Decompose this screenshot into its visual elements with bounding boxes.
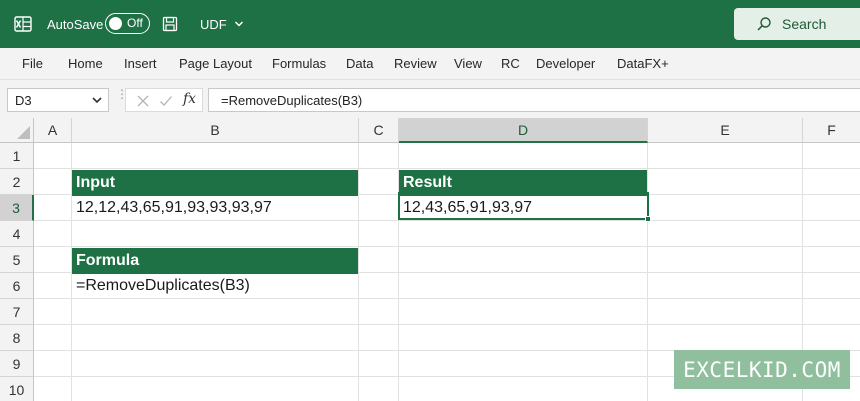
tab-insert[interactable]: Insert [124,56,157,71]
gridline [34,168,860,169]
search-label: Search [782,16,827,32]
insert-function-icon[interactable]: fx [183,91,196,107]
tab-view[interactable]: View [454,56,482,71]
row-header-8[interactable]: 8 [0,325,34,351]
cell-b6[interactable]: =RemoveDuplicates(B3) [72,273,358,299]
tab-formulas[interactable]: Formulas [272,56,326,71]
row-header-3[interactable]: 3 [0,195,34,221]
column-header-c[interactable]: C [359,118,399,143]
chevron-down-icon [234,21,243,27]
active-cell-selection[interactable] [398,192,651,222]
save-icon[interactable] [162,0,178,48]
column-header-a[interactable]: A [34,118,72,143]
row-header-6[interactable]: 6 [0,273,34,299]
select-all-corner[interactable] [0,118,34,143]
formula-input[interactable]: =RemoveDuplicates(B3) [208,88,860,112]
file-name-dropdown[interactable]: UDF [200,0,244,48]
row-header-10[interactable]: 10 [0,377,34,401]
enter-check-icon[interactable] [159,94,173,108]
file-name: UDF [200,16,227,32]
column-header-b[interactable]: B [72,118,359,143]
formula-bar: D3 ⋮ fx =RemoveDuplicates(B3) [0,80,860,118]
tab-home[interactable]: Home [68,56,103,71]
chevron-down-icon[interactable] [91,93,103,107]
tab-rc[interactable]: RC [501,56,520,71]
tab-review[interactable]: Review [394,56,437,71]
row-header-1[interactable]: 1 [0,143,34,169]
toggle-knob [109,17,122,30]
autosave-label: AutoSave [47,16,104,32]
select-all-icon [17,126,30,139]
tab-file[interactable]: File [22,56,43,71]
tab-page-layout[interactable]: Page Layout [179,56,252,71]
row-header-5[interactable]: 5 [0,247,34,273]
row-header-4[interactable]: 4 [0,221,34,247]
tab-developer[interactable]: Developer [536,56,595,71]
autosave-toggle[interactable]: Off [105,13,150,34]
gridline [34,246,860,247]
fill-handle[interactable] [645,216,651,222]
row-header-9[interactable]: 9 [0,351,34,377]
watermark-logo: EXCELKID.COM [674,350,850,389]
column-header-f[interactable]: F [803,118,860,143]
row-header-7[interactable]: 7 [0,299,34,325]
search-icon [757,17,771,31]
ribbon-tabs: File Home Insert Page Layout Formulas Da… [0,48,860,80]
column-header-e[interactable]: E [648,118,803,143]
row-header-2[interactable]: 2 [0,169,34,195]
autosave-state: Off [127,16,143,30]
gridline [34,324,860,325]
name-box[interactable]: D3 [7,88,109,112]
name-box-value: D3 [15,93,32,108]
title-bar: AutoSave Off UDF Search [0,0,860,48]
excel-logo-icon[interactable] [14,0,32,48]
cell-b3[interactable]: 12,12,43,65,91,93,93,93,97 [72,195,358,221]
column-header-d[interactable]: D [399,118,648,143]
tab-data[interactable]: Data [346,56,373,71]
cancel-icon[interactable] [136,94,150,108]
cell-b2-input-header[interactable]: Input [72,170,358,196]
formula-buttons: fx [125,88,203,112]
search-box[interactable]: Search [734,8,860,40]
cell-b5-formula-header[interactable]: Formula [72,248,358,274]
tab-datafx[interactable]: DataFX+ [617,56,669,71]
